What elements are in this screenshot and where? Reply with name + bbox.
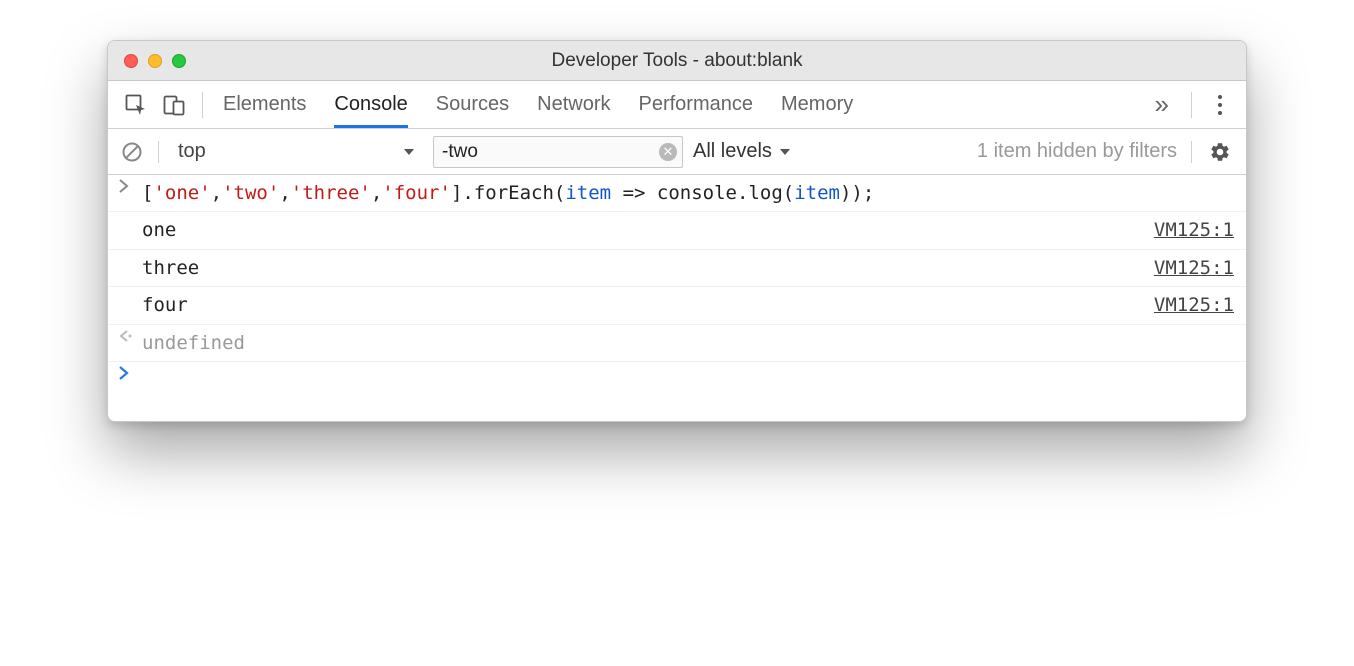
return-value: undefined — [142, 328, 1234, 358]
console-settings-icon[interactable] — [1206, 138, 1234, 166]
log-message: three — [142, 253, 1134, 283]
execution-context-select[interactable]: top — [173, 137, 423, 166]
window-close-button[interactable] — [124, 54, 138, 68]
device-toolbar-icon[interactable] — [158, 89, 190, 121]
window-maximize-button[interactable] — [172, 54, 186, 68]
separator — [158, 141, 159, 163]
chevron-down-icon — [402, 145, 416, 159]
separator — [1191, 92, 1192, 118]
console-log-row: four VM125:1 — [108, 287, 1246, 324]
log-source-link[interactable]: VM125:1 — [1134, 253, 1234, 283]
window-titlebar: Developer Tools - about:blank — [108, 41, 1246, 81]
tabs-overflow-button[interactable]: » — [1145, 89, 1179, 120]
console-filter-wrap: ✕ — [433, 136, 683, 168]
prompt-marker-icon — [118, 365, 142, 381]
console-output: ['one','two','three','four'].forEach(ite… — [108, 175, 1246, 421]
log-level-select[interactable]: All levels — [693, 140, 792, 163]
console-return-row: undefined — [108, 325, 1246, 362]
tab-performance[interactable]: Performance — [639, 81, 754, 128]
separator — [202, 92, 203, 118]
window-minimize-button[interactable] — [148, 54, 162, 68]
chevron-down-icon — [778, 145, 792, 159]
window-traffic-lights — [108, 54, 186, 68]
tab-memory[interactable]: Memory — [781, 81, 853, 128]
log-source-link[interactable]: VM125:1 — [1134, 215, 1234, 245]
hidden-by-filter-text: 1 item hidden by filters — [977, 140, 1177, 163]
log-source-link[interactable]: VM125:1 — [1134, 290, 1234, 320]
devtools-tabs: Elements Console Sources Network Perform… — [223, 81, 1139, 128]
return-marker-icon — [118, 328, 142, 344]
tab-network[interactable]: Network — [537, 81, 610, 128]
console-filter-input[interactable] — [433, 136, 683, 168]
clear-filter-icon[interactable]: ✕ — [659, 143, 677, 161]
log-level-label: All levels — [693, 140, 772, 163]
tab-elements[interactable]: Elements — [223, 81, 306, 128]
inspect-element-icon[interactable] — [120, 89, 152, 121]
console-log-row: one VM125:1 — [108, 212, 1246, 249]
devtools-window: Developer Tools - about:blank Elements C… — [107, 40, 1247, 422]
devtools-tabstrip: Elements Console Sources Network Perform… — [108, 81, 1246, 129]
log-message: four — [142, 290, 1134, 320]
console-prompt-row[interactable] — [108, 362, 1246, 421]
devtools-menu-button[interactable] — [1204, 95, 1236, 115]
tab-sources[interactable]: Sources — [436, 81, 509, 128]
console-input-code[interactable]: ['one','two','three','four'].forEach(ite… — [142, 178, 1234, 208]
console-log-row: three VM125:1 — [108, 250, 1246, 287]
execution-context-value: top — [178, 140, 206, 163]
log-message: one — [142, 215, 1134, 245]
input-marker-icon — [118, 178, 142, 194]
console-input-row: ['one','two','three','four'].forEach(ite… — [108, 175, 1246, 212]
console-filterbar: top ✕ All levels 1 item hidden by filter… — [108, 129, 1246, 175]
tab-console[interactable]: Console — [334, 81, 407, 128]
clear-console-icon[interactable] — [120, 140, 144, 164]
window-title: Developer Tools - about:blank — [108, 50, 1246, 72]
separator — [1191, 141, 1192, 163]
